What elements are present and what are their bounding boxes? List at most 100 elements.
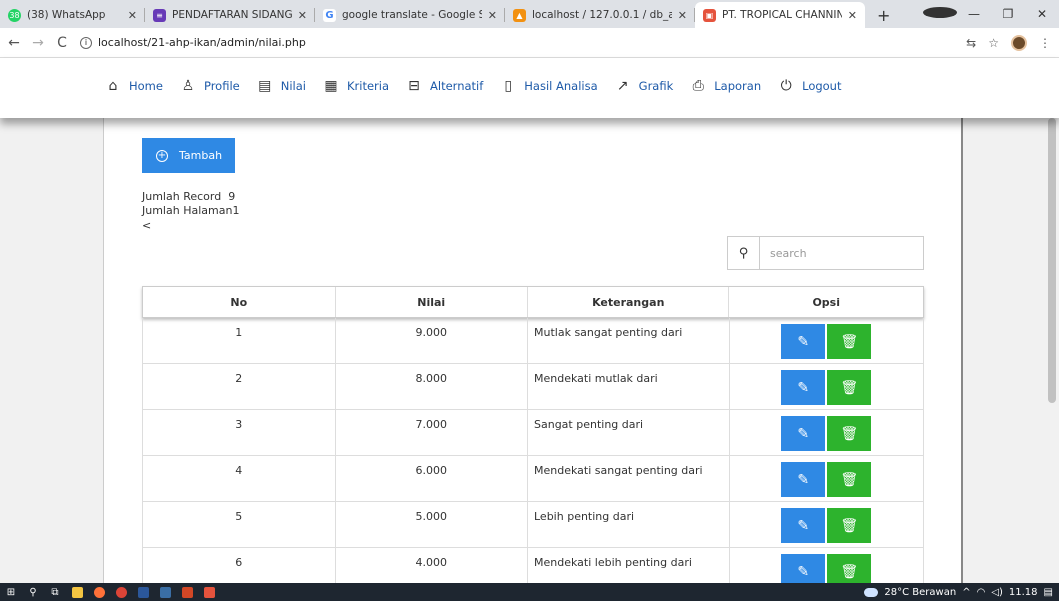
close-window-icon[interactable]: ✕: [1025, 7, 1059, 21]
table-row: 2 8.000 Mendekati mutlak dari ✎ 🗑: [142, 364, 924, 410]
header-no[interactable]: No: [143, 287, 336, 317]
browser-tab-phpmyadmin[interactable]: ▲ localhost / 127.0.0.1 / db_ahp ✕: [505, 2, 695, 28]
browser-tab-google[interactable]: G google translate - Google Se ✕: [315, 2, 505, 28]
cell-nilai: 5.000: [336, 502, 528, 547]
cell-no: 4: [143, 456, 336, 501]
nav-nilai[interactable]: ▤ Nilai: [257, 78, 306, 94]
new-tab-button[interactable]: +: [865, 2, 902, 28]
powerpoint-icon[interactable]: [176, 583, 198, 601]
restore-icon[interactable]: ❐: [991, 7, 1025, 21]
delete-button[interactable]: 🗑: [827, 324, 872, 359]
page-value: 1: [232, 204, 240, 217]
browser-tab-whatsapp[interactable]: 38 (38) WhatsApp ✕: [0, 2, 145, 28]
record-icon[interactable]: [923, 7, 957, 21]
trash-icon: 🗑: [840, 333, 859, 350]
avatar[interactable]: [1011, 35, 1027, 51]
delete-button[interactable]: 🗑: [827, 370, 872, 405]
home-icon: ⌂: [108, 78, 118, 94]
firefox-icon[interactable]: [88, 583, 110, 601]
delete-button[interactable]: 🗑: [827, 416, 872, 451]
nav-hasil-analisa[interactable]: ▯ Hasil Analisa: [500, 78, 597, 94]
search-icon[interactable]: ⚲: [728, 237, 760, 269]
nav-grafik[interactable]: ↗ Grafik: [615, 78, 673, 94]
site-icon: ▣: [703, 8, 716, 22]
inbox-icon: ⊟: [408, 78, 420, 94]
forward-arrow-icon[interactable]: →: [28, 35, 48, 51]
windows-start-icon[interactable]: ⊞: [0, 583, 22, 601]
file-explorer-icon[interactable]: [66, 583, 88, 601]
edit-button[interactable]: ✎: [781, 508, 826, 543]
scrollbar-thumb[interactable]: [1048, 118, 1056, 403]
clipboard-icon: ▤: [258, 78, 272, 94]
url-field[interactable]: i localhost/21-ahp-ikan/admin/nilai.php: [80, 36, 306, 49]
pencil-icon: ✎: [797, 563, 810, 580]
table-header: No Nilai Keterangan Opsi: [142, 286, 924, 318]
close-icon[interactable]: ✕: [488, 9, 497, 22]
header-nilai[interactable]: Nilai: [336, 287, 528, 317]
cell-opsi: ✎ 🗑: [730, 502, 924, 547]
back-arrow-icon[interactable]: ←: [4, 35, 24, 51]
nav-label: Logout: [802, 79, 842, 93]
nav-label: Hasil Analisa: [524, 79, 598, 93]
copy-icon: ▯: [504, 78, 513, 94]
page-label: Jumlah Halaman: [142, 204, 233, 217]
delete-button[interactable]: 🗑: [827, 462, 872, 497]
header-keterangan[interactable]: Keterangan: [528, 287, 730, 317]
trash-icon: 🗑: [840, 563, 859, 580]
browser-tab-pendaftaran[interactable]: ≡ PENDAFTARAN SIDANG SKRI ✕: [145, 2, 315, 28]
clock[interactable]: 11.18: [1009, 587, 1038, 598]
edit-button[interactable]: ✎: [781, 462, 826, 497]
minimize-icon[interactable]: —: [957, 7, 991, 21]
nav-profile[interactable]: ♙ Profile: [180, 78, 240, 94]
browser-tab-active[interactable]: ▣ PT. TROPICAL CHANNING FR ✕: [695, 2, 865, 28]
page-count: Jumlah Halaman1: [142, 204, 239, 217]
trash-icon: 🗑: [840, 379, 859, 396]
info-icon[interactable]: i: [80, 36, 92, 49]
notification-icon[interactable]: ▤: [1044, 587, 1053, 598]
nav-label: Nilai: [280, 79, 306, 93]
pager-prev[interactable]: <: [142, 219, 151, 232]
trash-icon: 🗑: [840, 471, 859, 488]
close-icon[interactable]: ✕: [848, 9, 857, 22]
page-scrollbar[interactable]: [1045, 118, 1059, 583]
close-icon[interactable]: ✕: [128, 9, 137, 22]
tab-title: (38) WhatsApp: [27, 9, 106, 21]
close-icon[interactable]: ✕: [298, 9, 307, 22]
nav-label: Home: [129, 79, 163, 93]
nav-alternatif[interactable]: ⊟ Alternatif: [406, 78, 483, 94]
delete-button[interactable]: 🗑: [827, 508, 872, 543]
header-opsi: Opsi: [812, 295, 840, 309]
search-icon[interactable]: ⚲: [22, 583, 44, 601]
nav-logout[interactable]: ⏻ Logout: [778, 78, 842, 94]
nav-home[interactable]: ⌂ Home: [105, 78, 163, 94]
record-count: Jumlah Record 9: [142, 190, 235, 203]
network-icon[interactable]: ◠: [977, 587, 986, 598]
weather-text[interactable]: 28°C Berawan: [884, 587, 956, 598]
task-view-icon[interactable]: ⧉: [44, 583, 66, 601]
nav-laporan[interactable]: ⎙ Laporan: [690, 78, 761, 94]
edit-button[interactable]: ✎: [781, 370, 826, 405]
cell-no: 2: [143, 364, 336, 409]
add-button[interactable]: + Tambah: [142, 138, 235, 173]
edit-button[interactable]: ✎: [781, 324, 826, 359]
search-input[interactable]: [760, 237, 920, 269]
word-icon[interactable]: [132, 583, 154, 601]
chevron-up-icon[interactable]: ^: [962, 587, 970, 598]
star-icon[interactable]: ☆: [988, 36, 999, 50]
site-app-icon[interactable]: [198, 583, 220, 601]
google-icon: G: [323, 8, 336, 22]
nav-kriteria[interactable]: ▦ Kriteria: [323, 78, 389, 94]
reload-icon[interactable]: C: [52, 35, 72, 51]
user-icon: ♙: [181, 78, 195, 94]
chrome-icon[interactable]: [110, 583, 132, 601]
translate-icon[interactable]: ⇆: [966, 36, 976, 50]
close-icon[interactable]: ✕: [678, 9, 687, 22]
tab-title: google translate - Google Se: [342, 9, 482, 21]
tab-title: localhost / 127.0.0.1 / db_ahp: [532, 9, 672, 21]
more-menu-icon[interactable]: ⋮: [1039, 36, 1051, 50]
app-icon[interactable]: [154, 583, 176, 601]
volume-icon[interactable]: ◁): [991, 587, 1003, 598]
edit-button[interactable]: ✎: [781, 416, 826, 451]
table-row: 4 6.000 Mendekati sangat penting dari ✎ 🗑: [142, 456, 924, 502]
address-bar: ← → C i localhost/21-ahp-ikan/admin/nila…: [0, 28, 1059, 58]
